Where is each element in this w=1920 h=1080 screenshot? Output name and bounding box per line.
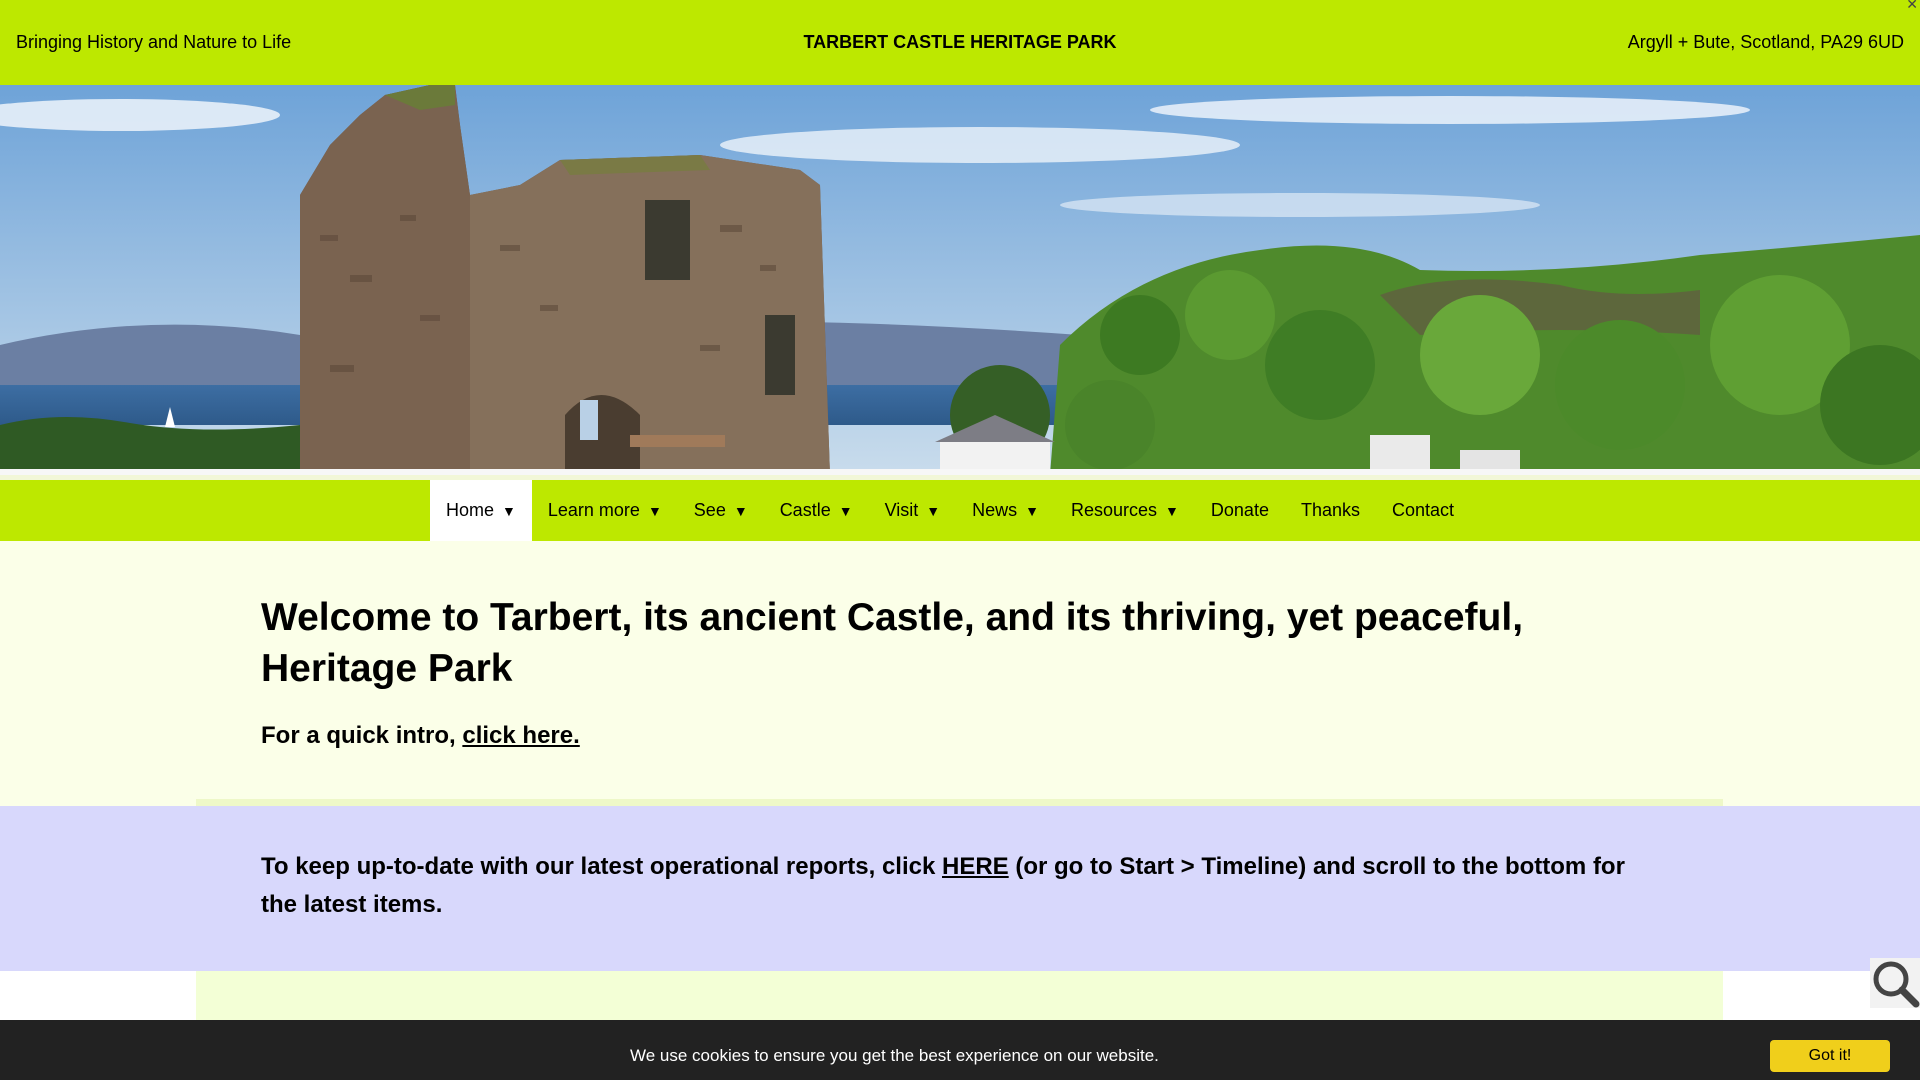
nav-item-donate[interactable]: Donate xyxy=(1195,480,1285,541)
chevron-down-icon: ▼ xyxy=(926,502,941,519)
castle-landscape-illustration xyxy=(0,85,1920,475)
chevron-down-icon: ▼ xyxy=(733,502,748,519)
search-button[interactable] xyxy=(1870,958,1920,1008)
site-address: Argyll + Bute, Scotland, PA29 6UD xyxy=(1627,32,1904,52)
updates-here-link[interactable]: HERE xyxy=(942,853,1009,880)
nav-label: Learn more xyxy=(547,500,640,520)
updates-text: To keep up-to-date with our latest opera… xyxy=(261,848,1661,924)
nav-label: Visit xyxy=(884,500,919,520)
nav-label: Contact xyxy=(1391,500,1455,520)
updates-text-before: To keep up-to-date with our latest opera… xyxy=(261,853,942,880)
nav-label: Resources xyxy=(1071,500,1158,520)
cookie-message: We use cookies to ensure you get the bes… xyxy=(630,1046,1159,1065)
nav-item-learn-more[interactable]: Learn more ▼ xyxy=(532,480,678,541)
nav-item-home[interactable]: Home ▼ xyxy=(430,480,532,541)
nav-label: See xyxy=(693,500,726,520)
page-title: Welcome to Tarbert, its ancient Castle, … xyxy=(261,596,1524,690)
nav-label: Castle xyxy=(779,500,831,520)
chevron-down-icon: ▼ xyxy=(502,502,516,519)
nav-item-visit[interactable]: Visit ▼ xyxy=(869,480,957,541)
section-divider xyxy=(196,799,1723,806)
nav-label: Donate xyxy=(1210,500,1269,520)
nav-item-resources[interactable]: Resources ▼ xyxy=(1055,480,1195,541)
hero-banner-image xyxy=(0,85,1920,475)
nav-item-see[interactable]: See ▼ xyxy=(678,480,764,541)
nav-menu: Home ▼ Learn more ▼ See ▼ Castle ▼ Visit… xyxy=(430,480,1470,541)
quick-intro-text: For a quick intro, click here. xyxy=(261,722,580,750)
quick-intro-link[interactable]: click here. xyxy=(462,722,579,749)
close-icon[interactable]: ✕ xyxy=(1906,0,1918,13)
nav-label: Thanks xyxy=(1300,500,1360,520)
nav-item-news[interactable]: News ▼ xyxy=(956,480,1055,541)
site-header: Bringing History and Nature to Life TARB… xyxy=(0,0,1920,85)
chevron-down-icon: ▼ xyxy=(647,502,662,519)
nav-item-thanks[interactable]: Thanks xyxy=(1285,480,1376,541)
nav-item-castle[interactable]: Castle ▼ xyxy=(764,480,869,541)
nav-label: News xyxy=(972,500,1018,520)
chevron-down-icon: ▼ xyxy=(1025,502,1039,519)
main-navigation: Home ▼ Learn more ▼ See ▼ Castle ▼ Visit… xyxy=(0,475,1920,541)
nav-item-contact[interactable]: Contact xyxy=(1376,480,1470,541)
chevron-down-icon: ▼ xyxy=(838,502,853,519)
nav-label: Home xyxy=(446,500,495,520)
chevron-down-icon: ▼ xyxy=(1165,502,1179,519)
cookie-accept-button[interactable]: Got it! xyxy=(1770,1040,1890,1072)
search-icon xyxy=(1873,961,1920,1008)
quick-intro-prefix: For a quick intro, xyxy=(261,722,463,749)
